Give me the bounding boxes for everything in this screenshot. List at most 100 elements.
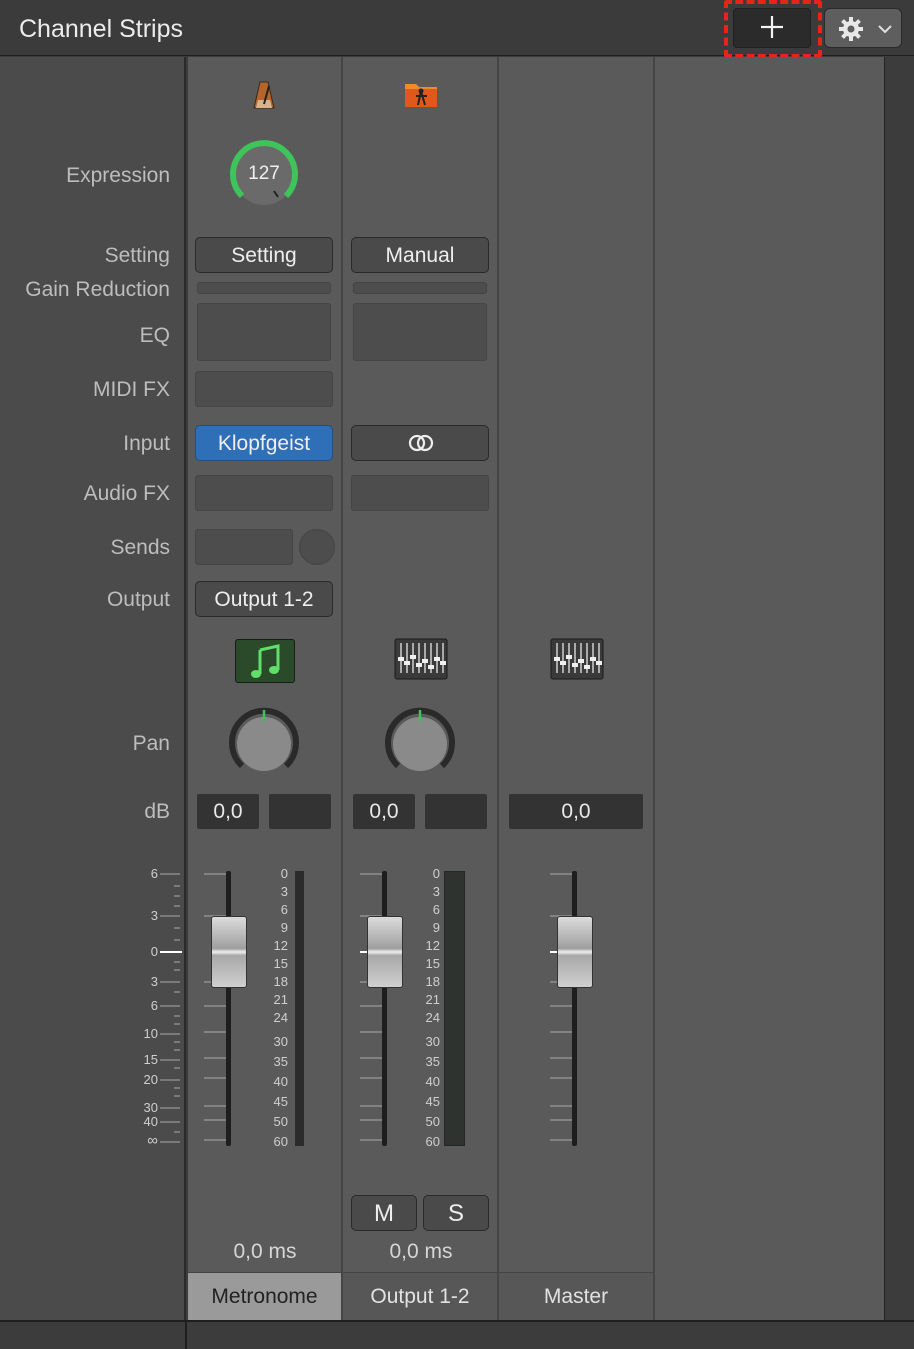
latency-readout: 0,0 ms xyxy=(233,1240,297,1263)
scale-label: 0 xyxy=(150,944,158,959)
meter-label: 45 xyxy=(273,1094,288,1109)
fader-track-ticks xyxy=(204,872,228,1144)
solo-button[interactable]: S xyxy=(423,1195,489,1231)
meter-label: 30 xyxy=(273,1034,288,1049)
strip-divider xyxy=(341,57,343,1320)
volume-fader-track[interactable] xyxy=(572,871,577,1146)
meter-label: 60 xyxy=(425,1134,440,1149)
channel-name-output[interactable]: Output 1-2 xyxy=(343,1272,497,1320)
bottom-bar xyxy=(0,1320,914,1349)
mixer-icon[interactable] xyxy=(394,637,448,683)
meter-label: 12 xyxy=(425,938,440,953)
meter-label: 35 xyxy=(273,1054,288,1069)
label-db: dB xyxy=(144,800,170,823)
volume-value-field[interactable]: 0,0 xyxy=(509,794,643,829)
channel-name-metronome[interactable]: Metronome xyxy=(188,1272,341,1320)
volume-fader-handle[interactable] xyxy=(557,916,593,988)
gain-reduction-meter xyxy=(197,282,331,294)
audio-fx-slot[interactable] xyxy=(195,475,333,511)
meter-label: 9 xyxy=(432,920,440,935)
meter-label: 0 xyxy=(280,866,288,881)
eq-slot[interactable] xyxy=(353,303,487,361)
mixer-icon[interactable] xyxy=(550,637,604,683)
fader-track-ticks xyxy=(550,872,574,1144)
fader-track-ticks xyxy=(360,872,384,1144)
label-setting: Setting xyxy=(104,244,170,267)
send-slot[interactable] xyxy=(195,529,293,565)
meter-label: 18 xyxy=(273,974,288,989)
meter-label: 40 xyxy=(273,1074,288,1089)
fader-scale: 6 3 0 3 6 10 15 20 30 40 ∞ xyxy=(134,866,184,1156)
stereo-link-icon xyxy=(408,434,434,452)
scale-label: 6 xyxy=(150,998,158,1013)
scale-label: 3 xyxy=(150,908,158,923)
label-input: Input xyxy=(123,432,170,455)
audio-fx-slot[interactable] xyxy=(351,475,489,511)
meter-label: 3 xyxy=(280,884,288,899)
scale-label: 40 xyxy=(143,1114,158,1129)
setting-button[interactable]: Manual xyxy=(351,237,489,273)
chevron-down-icon xyxy=(878,25,892,34)
midi-fx-slot[interactable] xyxy=(195,371,333,407)
gear-icon xyxy=(839,17,863,41)
output-button[interactable]: Output 1-2 xyxy=(195,581,333,617)
send-level-knob[interactable] xyxy=(299,529,335,565)
eq-slot[interactable] xyxy=(197,303,331,361)
meter-label: 12 xyxy=(273,938,288,953)
pan-knob[interactable] xyxy=(384,707,456,779)
setting-button[interactable]: Setting xyxy=(195,237,333,273)
meter-label: 50 xyxy=(425,1114,440,1129)
volume-fader-track[interactable] xyxy=(382,871,387,1146)
mute-button[interactable]: M xyxy=(351,1195,417,1231)
level-meter-scale: 0 3 6 9 12 15 18 21 24 30 35 40 45 50 60 xyxy=(414,866,444,1156)
label-midi-fx: MIDI FX xyxy=(93,378,170,401)
meter-label: 18 xyxy=(425,974,440,989)
folder-icon xyxy=(405,84,437,107)
label-output: Output xyxy=(106,588,170,611)
metronome-icon xyxy=(253,81,275,109)
peak-value-field[interactable] xyxy=(425,794,487,829)
scrollbar-gutter[interactable] xyxy=(884,57,914,1320)
level-meter-bar xyxy=(295,871,304,1146)
pan-knob[interactable] xyxy=(228,707,300,779)
meter-label: 40 xyxy=(425,1074,440,1089)
meter-label: 6 xyxy=(280,902,288,917)
meter-label: 21 xyxy=(273,992,288,1007)
expression-knob[interactable]: 127 xyxy=(228,139,300,211)
music-note-icon[interactable] xyxy=(235,639,295,683)
plus-icon xyxy=(761,16,783,38)
peak-value-field[interactable] xyxy=(269,794,331,829)
label-audio-fx: Audio FX xyxy=(83,482,170,505)
scale-label: ∞ xyxy=(147,1132,158,1149)
meter-label: 60 xyxy=(273,1134,288,1149)
meter-label: 35 xyxy=(425,1054,440,1069)
volume-fader-track[interactable] xyxy=(226,871,231,1146)
meter-label: 24 xyxy=(425,1010,440,1025)
add-channel-strip-button[interactable] xyxy=(733,8,811,48)
volume-value-field[interactable]: 0,0 xyxy=(197,794,259,829)
input-button[interactable] xyxy=(351,425,489,461)
volume-value-field[interactable]: 0,0 xyxy=(353,794,415,829)
label-pan: Pan xyxy=(132,732,170,755)
scale-label: 10 xyxy=(143,1026,158,1041)
gain-reduction-meter xyxy=(353,282,487,294)
input-button[interactable]: Klopfgeist xyxy=(195,425,333,461)
scale-label: 30 xyxy=(143,1100,158,1115)
latency-readout: 0,0 ms xyxy=(389,1240,453,1263)
meter-label: 21 xyxy=(425,992,440,1007)
meter-label: 15 xyxy=(425,956,440,971)
meter-label: 3 xyxy=(432,884,440,899)
channel-name-master[interactable]: Master xyxy=(499,1272,653,1320)
window-title: Channel Strips xyxy=(19,15,183,43)
label-eq: EQ xyxy=(139,324,170,347)
label-sends: Sends xyxy=(110,536,170,559)
meter-label: 50 xyxy=(273,1114,288,1129)
strip-divider xyxy=(653,57,655,1320)
scale-label: 6 xyxy=(150,866,158,881)
volume-fader-handle[interactable] xyxy=(211,916,247,988)
expression-value: 127 xyxy=(248,163,280,184)
meter-label: 9 xyxy=(280,920,288,935)
settings-menu-button[interactable] xyxy=(824,8,902,48)
volume-fader-handle[interactable] xyxy=(367,916,403,988)
meter-label: 45 xyxy=(425,1094,440,1109)
